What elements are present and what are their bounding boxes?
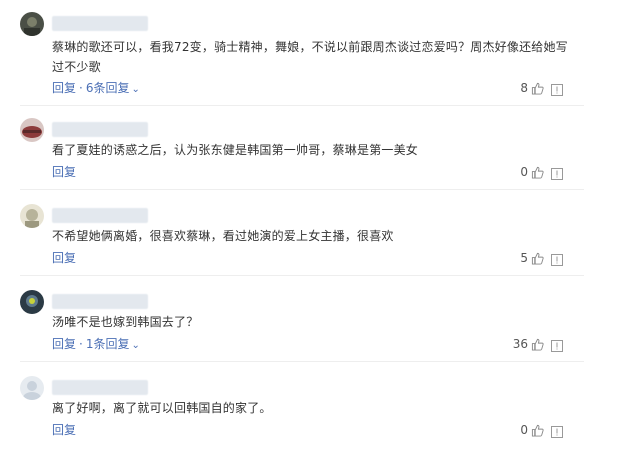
username-blurred[interactable] <box>52 16 148 31</box>
avatar[interactable] <box>20 290 44 314</box>
like-count: 0 <box>520 423 528 437</box>
comment-actions: 回复 · 6条回复 ⌄ <box>52 80 140 98</box>
divider <box>20 361 584 362</box>
reply-button[interactable]: 回复 <box>52 423 76 437</box>
report-icon[interactable] <box>551 337 563 352</box>
report-icon[interactable] <box>551 81 563 96</box>
comment-text: 汤唯不是也嫁到韩国去了？ <box>52 315 199 329</box>
report-icon[interactable] <box>551 251 563 266</box>
like-count: 8 <box>520 81 528 95</box>
reply-button[interactable]: 回复 <box>52 251 76 265</box>
report-icon[interactable] <box>551 165 563 180</box>
comment-text: 离了好啊，离了就可以回韩国自的家了。 <box>52 401 272 415</box>
thumbs-up-icon <box>531 82 544 99</box>
reply-button[interactable]: 回复 <box>52 337 76 351</box>
comment-item: 不希望她俩离婚，很喜欢蔡琳，看过她演的爱上女主播，很喜欢 回复 5 <box>0 204 640 290</box>
separator: · <box>79 81 83 95</box>
view-replies-button[interactable]: 1条回复 ⌄ <box>86 337 140 351</box>
comment-text: 看了夏娃的诱惑之后，认为张东健是韩国第一帅哥，蔡琳是第一美女 <box>52 143 419 157</box>
thumbs-up-icon <box>531 166 544 183</box>
report-icon[interactable] <box>551 423 563 438</box>
like-count: 0 <box>520 165 528 179</box>
thumbs-up-icon <box>531 338 544 355</box>
like-button[interactable]: 0 <box>520 164 544 183</box>
like-button[interactable]: 0 <box>520 422 544 441</box>
replies-count-label: 6条回复 <box>85 81 130 95</box>
separator: · <box>79 337 83 351</box>
avatar[interactable] <box>20 12 44 36</box>
comment-actions: 回复 <box>52 164 76 180</box>
like-button[interactable]: 5 <box>520 250 544 269</box>
divider <box>20 275 584 276</box>
divider <box>20 189 584 190</box>
comment-item: 汤唯不是也嫁到韩国去了？ 回复 · 1条回复 ⌄ 36 <box>0 290 640 376</box>
username-blurred[interactable] <box>52 380 148 395</box>
comment-actions: 回复 <box>52 422 76 438</box>
divider <box>20 105 584 106</box>
comment-actions: 回复 <box>52 250 76 266</box>
username-blurred[interactable] <box>52 294 148 309</box>
avatar[interactable] <box>20 376 44 400</box>
avatar[interactable] <box>20 204 44 228</box>
like-button[interactable]: 8 <box>520 80 544 99</box>
username-blurred[interactable] <box>52 122 148 137</box>
replies-count-label: 1条回复 <box>85 337 130 351</box>
reply-button[interactable]: 回复 <box>52 81 76 95</box>
thumbs-up-icon <box>531 424 544 441</box>
comment-text: 不希望她俩离婚，很喜欢蔡琳，看过她演的爱上女主播，很喜欢 <box>52 229 394 243</box>
comment-text: 蔡琳的歌还可以，看我72变，骑士精神，舞娘，不说以前跟周杰谈过恋爱吗？周杰好像还… <box>52 40 568 74</box>
comment-item: 离了好啊，离了就可以回韩国自的家了。 回复 0 <box>0 376 640 462</box>
view-replies-button[interactable]: 6条回复 ⌄ <box>86 81 140 95</box>
comment-item: 看了夏娃的诱惑之后，认为张东健是韩国第一帅哥，蔡琳是第一美女 回复 0 <box>0 118 640 204</box>
reply-button[interactable]: 回复 <box>52 165 76 179</box>
comment-actions: 回复 · 1条回复 ⌄ <box>52 336 140 354</box>
like-button[interactable]: 36 <box>513 336 544 355</box>
chevron-down-icon: ⌄ <box>131 84 140 95</box>
chevron-down-icon: ⌄ <box>131 340 140 351</box>
like-count: 36 <box>512 337 528 351</box>
comment-item: 蔡琳的歌还可以，看我72变，骑士精神，舞娘，不说以前跟周杰谈过恋爱吗？周杰好像还… <box>0 12 640 106</box>
like-count: 5 <box>520 251 528 265</box>
avatar[interactable] <box>20 118 44 142</box>
username-blurred[interactable] <box>52 208 148 223</box>
thumbs-up-icon <box>531 252 544 269</box>
